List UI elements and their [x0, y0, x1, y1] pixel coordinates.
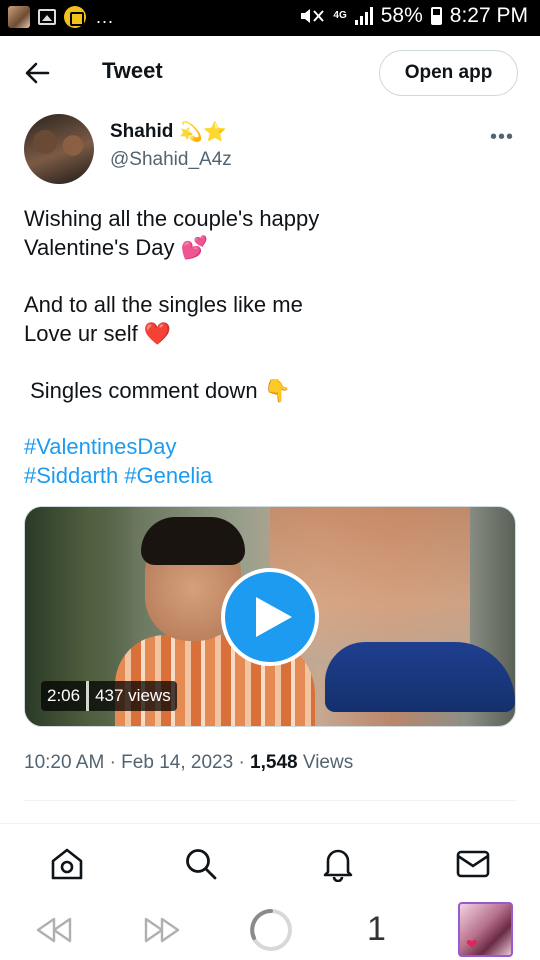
rewind-icon[interactable] — [34, 916, 74, 944]
divider — [24, 800, 516, 801]
video-views: 437 views — [89, 681, 177, 711]
battery-icon — [430, 7, 442, 25]
tweet-date[interactable]: Feb 14, 2023 — [121, 752, 233, 773]
author-handle[interactable]: @Shahid_A4z — [110, 149, 232, 171]
hashtag-link[interactable]: #ValentinesDay — [24, 434, 176, 459]
tweet-line: And to all the singles like me — [24, 292, 303, 317]
tweet-text: Wishing all the couple's happy Valentine… — [24, 204, 514, 490]
hashtag-link[interactable]: #Siddarth — [24, 463, 118, 488]
avatar[interactable] — [24, 114, 94, 184]
home-icon[interactable] — [49, 846, 85, 882]
open-app-button[interactable]: Open app — [379, 50, 518, 96]
profile-thumbnail[interactable]: ❤ — [458, 902, 513, 957]
tab-count[interactable]: 1 — [367, 910, 386, 949]
gallery-icon — [38, 9, 56, 25]
view-count: 1,548 — [250, 752, 298, 773]
tweet-line: Love ur self ❤️ — [24, 321, 172, 346]
loading-spinner-icon — [250, 909, 292, 951]
browser-bar: 1 ❤ — [0, 900, 540, 960]
network-type: 4G — [333, 10, 347, 21]
more-options-icon[interactable]: ••• — [490, 126, 514, 149]
mute-icon — [301, 9, 325, 23]
back-arrow-icon[interactable] — [22, 58, 52, 88]
notifications-icon[interactable] — [320, 846, 356, 882]
search-icon[interactable] — [183, 846, 219, 882]
messages-icon[interactable] — [455, 846, 491, 882]
bottom-navigation — [0, 824, 540, 902]
video-player[interactable]: 2:06 437 views — [24, 506, 516, 727]
signal-icon — [354, 7, 373, 25]
play-button[interactable] — [221, 568, 319, 666]
tweet-meta: 10:20 AM · Feb 14, 2023 · 1,548 Views — [24, 752, 354, 773]
author-name-row[interactable]: Shahid 💫⭐ — [110, 120, 227, 144]
video-background-car — [325, 642, 515, 712]
author-name[interactable]: Shahid — [110, 121, 173, 143]
tweet-line: Valentine's Day 💕 — [24, 235, 209, 260]
play-icon — [256, 597, 292, 637]
battery-percent: 58% — [380, 4, 423, 27]
tweet-line: Wishing all the couple's happy — [24, 206, 320, 231]
status-bar: ... 4G 58% 8:27 PM — [0, 0, 540, 36]
video-meta: 2:06 437 views — [41, 681, 177, 711]
name-emoji: 💫⭐ — [179, 122, 227, 143]
views-label: Views — [302, 752, 354, 773]
app-notification-icon — [8, 6, 30, 28]
hashtag-link[interactable]: #Genelia — [124, 463, 212, 488]
system-status: 4G 58% 8:27 PM — [299, 4, 528, 28]
tweet-time[interactable]: 10:20 AM — [24, 752, 104, 773]
heart-icon: ❤ — [466, 936, 478, 952]
page-title: Tweet — [102, 58, 163, 83]
more-notifications-icon: ... — [96, 6, 115, 27]
fast-forward-icon[interactable] — [142, 916, 182, 944]
notification-icons: ... — [8, 6, 114, 28]
tweet-line: Singles comment down 👇 — [24, 378, 292, 403]
clock: 8:27 PM — [449, 4, 528, 27]
app-badge-icon — [64, 6, 86, 28]
video-duration: 2:06 — [41, 681, 87, 711]
top-bar: Tweet Open app — [0, 36, 540, 110]
